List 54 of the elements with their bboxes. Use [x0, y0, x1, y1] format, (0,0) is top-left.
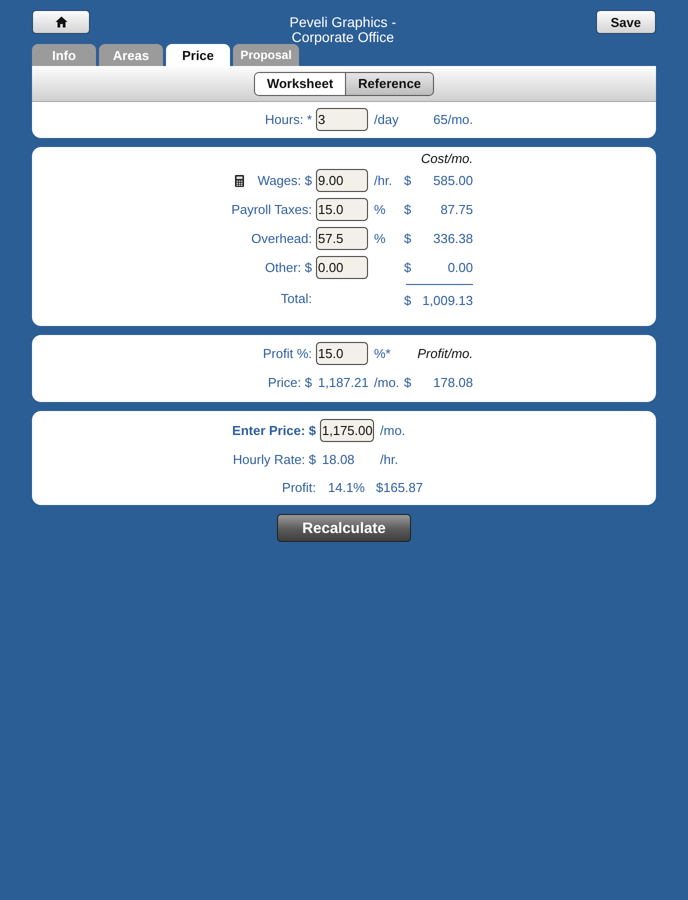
recalculate-button[interactable]: Recalculate	[277, 514, 411, 542]
column-header: Profit/mo.	[417, 346, 473, 361]
price-field[interactable]: 1,175.00	[320, 419, 374, 442]
field-label: Overhead:	[251, 231, 312, 246]
currency-sign: $	[404, 259, 412, 277]
unit-label: /mo.	[373, 374, 400, 392]
tab[interactable]: Price	[166, 44, 230, 66]
segment-tab[interactable]: Reference	[345, 72, 434, 94]
hours-field[interactable]: 3	[316, 108, 368, 131]
currency-sign: $	[404, 172, 412, 190]
input-field[interactable]: 0.00	[316, 256, 368, 279]
total-amount: 1,009.13	[422, 293, 473, 308]
field-label: Payroll Taxes:	[231, 202, 312, 217]
cost-amount: 0.00	[448, 259, 473, 277]
segment-tab[interactable]: Worksheet	[254, 72, 346, 94]
field-label: Price: $	[268, 374, 313, 392]
field-label: Total:	[280, 290, 313, 308]
window-title: Peveli Graphics - Corporate Office	[288, 15, 398, 45]
input-field[interactable]: 9.00	[316, 169, 368, 192]
home-button[interactable]	[32, 10, 90, 34]
home-icon	[54, 16, 68, 28]
profit-amount: $165.87	[376, 478, 424, 496]
unit-label: /day	[373, 111, 400, 129]
field-label: Other: $	[265, 260, 312, 275]
hourly-rate: 18.08	[321, 450, 356, 468]
unit-label: /hr.	[373, 172, 394, 190]
field-label: Enter Price: $	[232, 422, 317, 440]
field-label: Profit %:	[262, 345, 313, 363]
unit-label: %*	[373, 345, 392, 363]
profit-field[interactable]: 15.0	[316, 342, 368, 365]
unit-label: %	[373, 201, 387, 219]
monthly-hours: 65/mo.	[433, 111, 473, 129]
price-value: 1,187.21	[317, 374, 370, 392]
profit-amount: 178.08	[433, 374, 473, 392]
save-button[interactable]: Save	[596, 10, 656, 34]
unit-label: %	[373, 230, 387, 248]
cost-amount: 336.38	[433, 230, 473, 248]
currency-sign: $	[404, 374, 412, 392]
currency-sign: $	[404, 230, 412, 248]
unit-label: /hr.	[379, 450, 400, 468]
calculator-icon[interactable]	[234, 174, 244, 186]
cost-amount: 585.00	[433, 172, 473, 190]
column-header: Cost/mo.	[420, 151, 473, 166]
field-label: Profit:	[282, 478, 317, 496]
input-field[interactable]: 57.5	[316, 227, 368, 250]
input-field[interactable]: 15.0	[316, 198, 368, 221]
cost-amount: 87.75	[440, 201, 473, 219]
field-label: Wages: $	[258, 173, 312, 188]
currency-sign: $	[404, 201, 412, 219]
field-label: Hours: *	[265, 111, 313, 129]
currency-sign: $	[404, 292, 412, 310]
unit-label: /mo.	[379, 422, 406, 440]
profit-percent: 14.1%	[327, 478, 366, 496]
field-label: Hourly Rate: $	[232, 450, 317, 469]
